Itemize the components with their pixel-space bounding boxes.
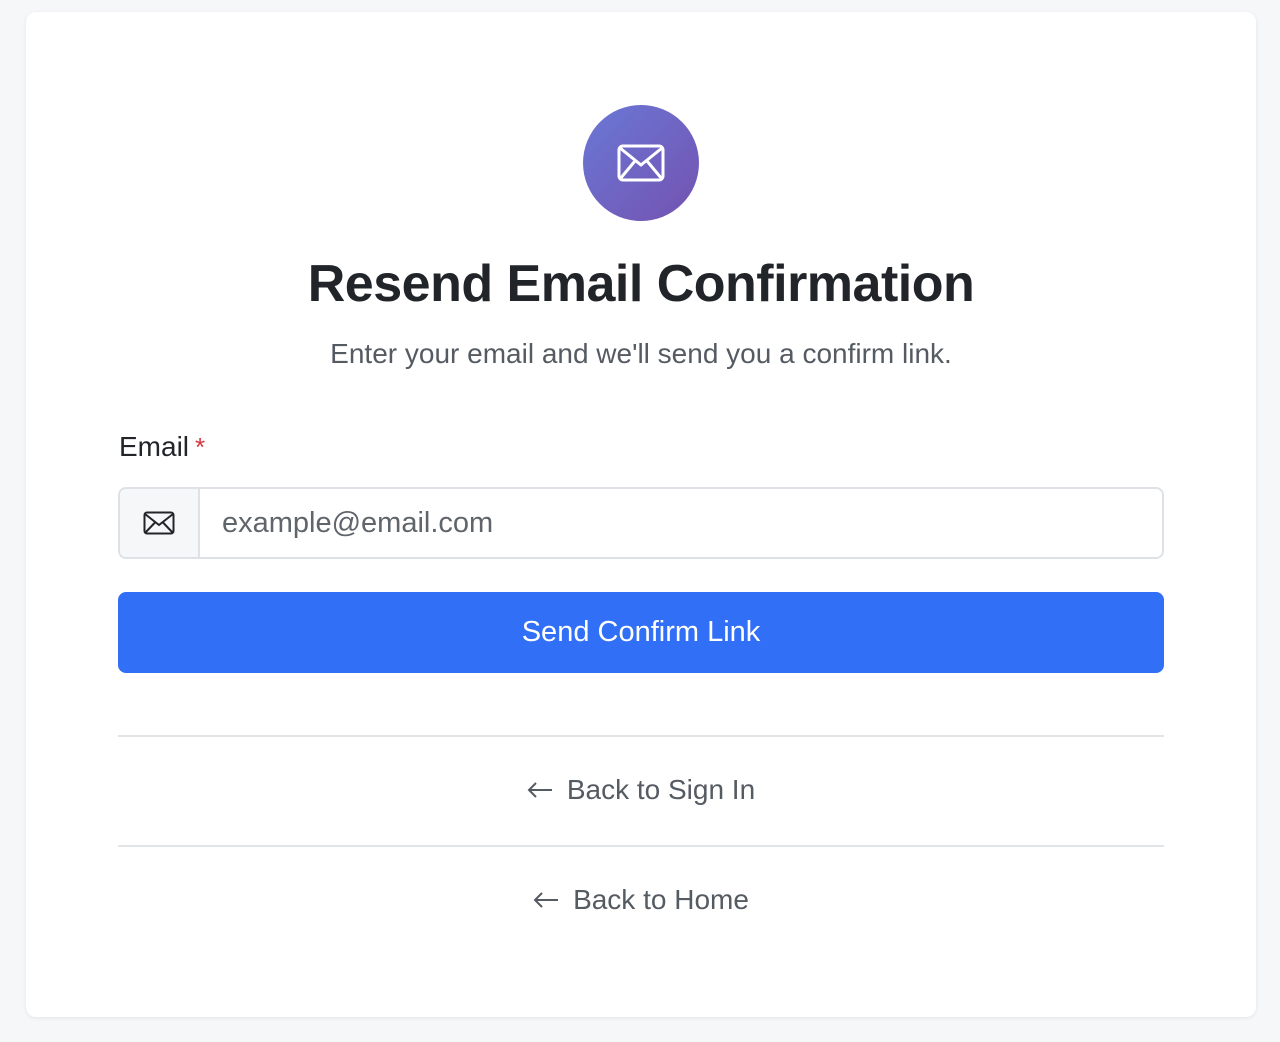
arrow-left-icon [527, 781, 553, 799]
email-label: Email * [119, 431, 205, 463]
envelope-icon [583, 105, 699, 221]
page-subtitle: Enter your email and we'll send you a co… [330, 338, 952, 369]
confirmation-card: Resend Email Confirmation Enter your ema… [26, 12, 1256, 1017]
email-label-text: Email [119, 431, 190, 462]
arrow-left-icon [533, 891, 559, 909]
divider [118, 735, 1164, 737]
send-confirm-link-button[interactable]: Send Confirm Link [118, 592, 1164, 673]
envelope-icon [120, 489, 200, 557]
back-to-sign-in-link[interactable]: Back to Sign In [26, 774, 1256, 806]
required-marker: * [195, 432, 206, 462]
email-input-group [118, 487, 1164, 559]
back-to-home-label: Back to Home [573, 884, 749, 915]
email-input[interactable] [200, 489, 1162, 557]
back-to-sign-in-label: Back to Sign In [566, 774, 756, 805]
page-title: Resend Email Confirmation [307, 255, 975, 313]
divider [118, 845, 1164, 847]
back-to-home-link[interactable]: Back to Home [26, 884, 1256, 916]
